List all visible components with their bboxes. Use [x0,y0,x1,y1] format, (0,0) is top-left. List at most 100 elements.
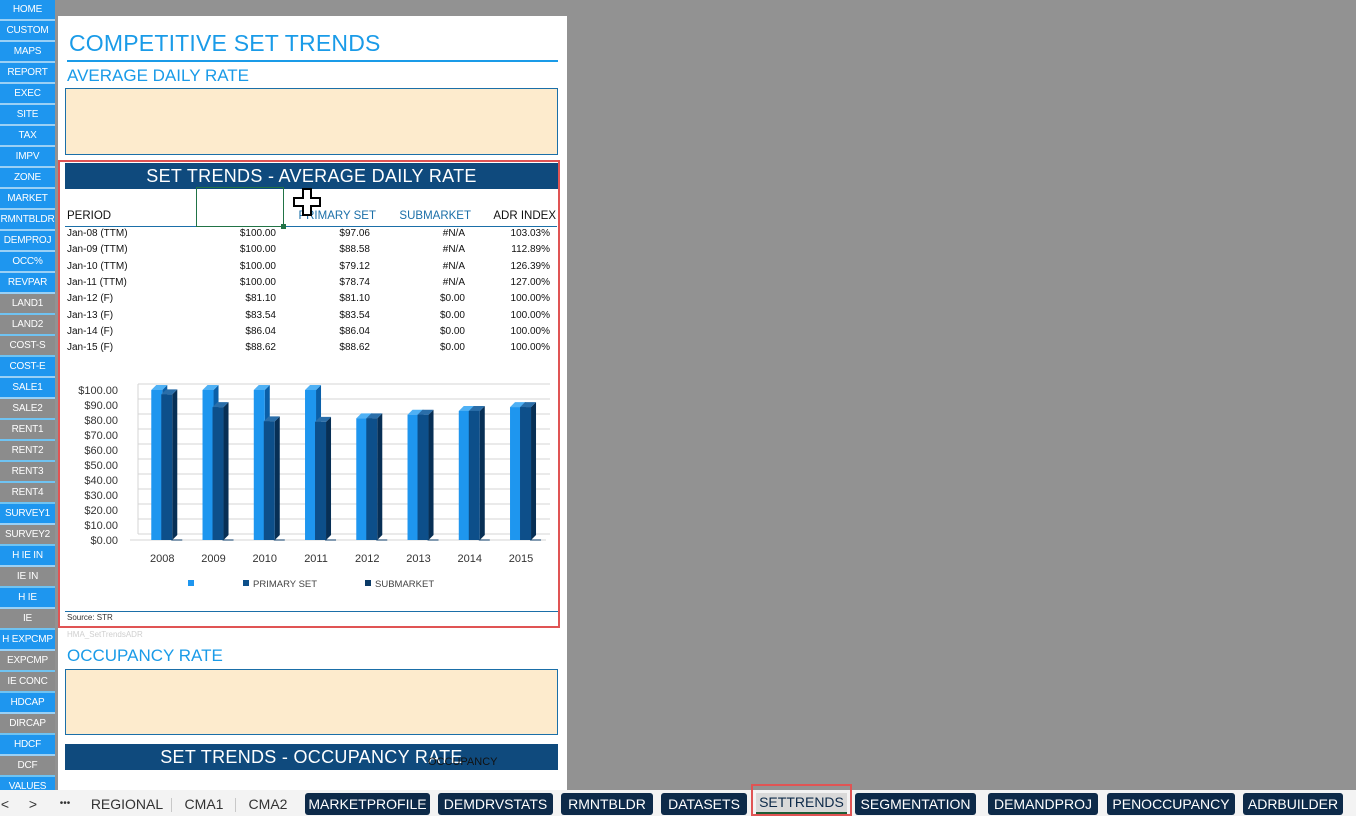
table-cell[interactable]: $86.04 [288,326,370,337]
nav-button-cost-s[interactable]: COST-S [0,336,55,357]
bar [212,407,224,540]
nav-button-demproj[interactable]: DEMPROJ [0,231,55,252]
table-header-cell[interactable]: SUBMARKET [385,210,471,222]
table-cell[interactable]: Jan-14 (F) [67,326,177,337]
sheet-tab-demandproj[interactable]: DEMANDPROJ [988,793,1098,815]
table-cell[interactable]: #N/A [385,261,465,272]
nav-button-ie-in[interactable]: IE IN [0,567,55,588]
nav-button-sale1[interactable]: SALE1 [0,378,55,399]
nav-button-survey1[interactable]: SURVEY1 [0,504,55,525]
table-cell[interactable]: Jan-08 (TTM) [67,228,177,239]
table-cell[interactable]: 103.03% [478,228,550,239]
sheet-tab-cma1[interactable]: CMA1 [176,793,232,815]
nav-button-dircap[interactable]: DIRCAP [0,714,55,735]
nav-button-ie-conc[interactable]: IE CONC [0,672,55,693]
table-cell[interactable]: $86.04 [196,326,276,337]
table-cell[interactable]: $97.06 [288,228,370,239]
nav-button-land1[interactable]: LAND1 [0,294,55,315]
adr-bar-chart[interactable]: $100.00 $90.00 $80.00 $70.00 $60.00 $50.00 $40… [60,372,558,604]
table-cell[interactable]: 100.00% [478,310,550,321]
table-cell[interactable]: 100.00% [478,293,550,304]
sheet-tab-adrbuilder[interactable]: ADRBUILDER [1243,793,1343,815]
table-cell[interactable]: 126.39% [478,261,550,272]
table-cell[interactable]: Jan-10 (TTM) [67,261,177,272]
table-cell[interactable]: $100.00 [196,277,276,288]
nav-button-rmntbldr[interactable]: RMNTBLDR [0,210,55,231]
nav-button-rent2[interactable]: RENT2 [0,441,55,462]
nav-button-sale2[interactable]: SALE2 [0,399,55,420]
table-cell[interactable]: $78.74 [288,277,370,288]
table-cell[interactable]: 100.00% [478,326,550,337]
sheet-tab-rmntbldr[interactable]: RMNTBLDR [561,793,653,815]
table-cell[interactable]: $83.54 [288,310,370,321]
table-cell[interactable]: #N/A [385,277,465,288]
sheet-tab-segmentation[interactable]: SEGMENTATION [855,793,976,815]
nav-button-dcf[interactable]: DCF [0,756,55,777]
sheet-tab-cma2[interactable]: CMA2 [240,793,296,815]
selected-cell[interactable] [196,187,284,227]
nav-button-rent3[interactable]: RENT3 [0,462,55,483]
table-cell[interactable]: $88.58 [288,244,370,255]
adr-notes-box[interactable] [65,88,558,155]
table-cell[interactable]: $81.10 [196,293,276,304]
nav-button-rent1[interactable]: RENT1 [0,420,55,441]
table-cell[interactable]: $81.10 [288,293,370,304]
table-cell[interactable]: $0.00 [385,326,465,337]
nav-button-impv[interactable]: IMPV [0,147,55,168]
table-cell[interactable]: $100.00 [196,228,276,239]
table-cell[interactable]: $88.62 [196,342,276,353]
sheet-tab-regional[interactable]: REGIONAL [88,793,166,815]
nav-button-h-ie-in[interactable]: H IE IN [0,546,55,567]
nav-button-land2[interactable]: LAND2 [0,315,55,336]
nav-button-home[interactable]: HOME [0,0,55,21]
table-cell[interactable]: $100.00 [196,244,276,255]
fill-handle[interactable] [281,224,286,229]
table-cell[interactable]: Jan-15 (F) [67,342,177,353]
table-cell[interactable]: $83.54 [196,310,276,321]
occ-notes-box[interactable] [65,669,558,735]
nav-button-zone[interactable]: ZONE [0,168,55,189]
nav-button-hdcf[interactable]: HDCF [0,735,55,756]
sheet-tab-datasets[interactable]: DATASETS [661,793,747,815]
table-cell[interactable]: $0.00 [385,293,465,304]
scroll-left-icon[interactable]: < [0,793,10,815]
table-cell[interactable]: $0.00 [385,342,465,353]
table-cell[interactable]: Jan-12 (F) [67,293,177,304]
nav-button-cost-e[interactable]: COST-E [0,357,55,378]
table-cell[interactable]: $79.12 [288,261,370,272]
nav-button-h-expcmp[interactable]: H EXPCMP [0,630,55,651]
nav-button-market[interactable]: MARKET [0,189,55,210]
nav-button-maps[interactable]: MAPS [0,42,55,63]
nav-button-tax[interactable]: TAX [0,126,55,147]
nav-button-ie[interactable]: IE [0,609,55,630]
table-cell[interactable]: 112.89% [478,244,550,255]
table-cell[interactable]: #N/A [385,244,465,255]
table-cell[interactable]: #N/A [385,228,465,239]
nav-button-expcmp[interactable]: EXPCMP [0,651,55,672]
table-cell[interactable]: 100.00% [478,342,550,353]
scroll-right-icon[interactable]: > [26,793,40,815]
nav-button-site[interactable]: SITE [0,105,55,126]
table-cell[interactable]: 127.00% [478,277,550,288]
nav-button-survey2[interactable]: SURVEY2 [0,525,55,546]
table-cell[interactable]: $0.00 [385,310,465,321]
nav-button-h-ie[interactable]: H IE [0,588,55,609]
sheet-tab-demdrvstats[interactable]: DEMDRVSTATS [438,793,553,815]
table-cell[interactable]: $100.00 [196,261,276,272]
sheet-tab-penoccupancy[interactable]: PENOCCUPANCY [1107,793,1235,815]
sheet-tab-marketprofile[interactable]: MARKETPROFILE [305,793,430,815]
nav-button-hdcap[interactable]: HDCAP [0,693,55,714]
nav-button-revpar[interactable]: REVPAR [0,273,55,294]
table-cell[interactable]: $88.62 [288,342,370,353]
nav-button-report[interactable]: REPORT [0,63,55,84]
table-cell[interactable]: Jan-11 (TTM) [67,277,177,288]
table-cell[interactable]: Jan-13 (F) [67,310,177,321]
nav-button-exec[interactable]: EXEC [0,84,55,105]
table-header-cell[interactable]: ADR INDEX [478,210,556,222]
nav-button-occ[interactable]: OCC% [0,252,55,273]
table-header-cell[interactable]: PERIOD [67,210,177,222]
table-cell[interactable]: Jan-09 (TTM) [67,244,177,255]
nav-button-rent4[interactable]: RENT4 [0,483,55,504]
more-tabs-icon[interactable]: ••• [55,793,75,815]
nav-button-custom[interactable]: CUSTOM [0,21,55,42]
